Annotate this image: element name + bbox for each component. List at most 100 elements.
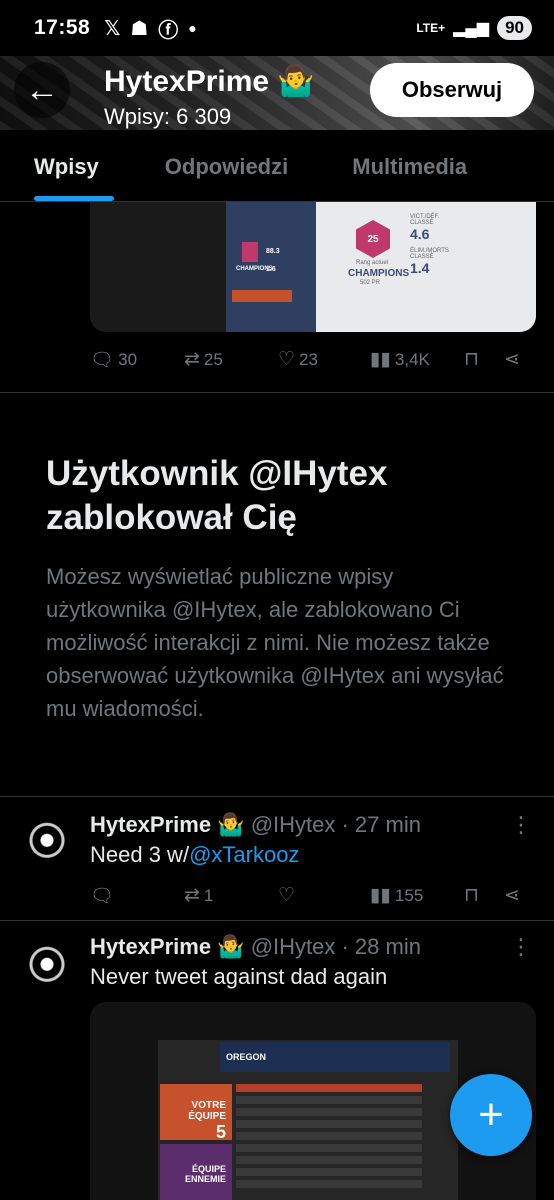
tweet-header: HytexPrime 🤷‍♂️ @IHytex · 27 min <box>90 812 421 838</box>
plus-icon: + <box>478 1090 504 1139</box>
person-icon: ☗ <box>130 17 149 40</box>
tweet-text: Never tweet against dad again <box>90 964 388 989</box>
tweet-media-image[interactable]: 88.3 CHAMPIONS 1.6 25 Rang actuel CHAMPI… <box>90 202 536 332</box>
media-panel-middle: 88.3 CHAMPIONS 1.6 <box>226 202 316 332</box>
team1-score: 5 <box>215 1122 226 1142</box>
heart-icon: ♡ <box>278 885 296 906</box>
scoreboard-row <box>236 1180 422 1188</box>
bookmark-button[interactable]: ⊓ <box>464 884 479 907</box>
heart-icon: ♡ <box>278 349 296 370</box>
media-panel-right: 25 Rang actuel CHAMPIONS 502 PR VICT./DÉ… <box>316 202 536 332</box>
tweet-header: HytexPrime 🤷‍♂️ @IHytex · 28 min <box>90 934 421 960</box>
divider <box>0 920 554 921</box>
stat2-value: 1.4 <box>410 260 430 276</box>
post-count: Wpisy: 6 309 <box>104 104 232 129</box>
tab-media[interactable]: Multimedia <box>352 130 467 201</box>
repost-action[interactable]: ⇄ 25 <box>184 348 223 371</box>
notification-icons: 𝕏 ☗ ⓕ ● <box>104 14 197 43</box>
reply-icon: 🗨 <box>90 350 115 371</box>
rank-badge: 25 <box>356 220 390 258</box>
author-handle-time: @IHytex · 27 min <box>250 812 421 837</box>
share-icon: ⋖ <box>504 349 520 370</box>
left-banner <box>232 290 292 302</box>
dot-icon: ● <box>188 20 197 36</box>
team2-panel: ÉQUIPE ENNEMIE <box>160 1144 232 1200</box>
bookmark-button[interactable]: ⊓ <box>464 348 479 371</box>
rank-name: CHAMPIONS <box>348 268 410 279</box>
follow-button[interactable]: Obserwuj <box>370 63 534 117</box>
bookmark-icon: ⊓ <box>464 349 479 370</box>
left-value2: 1.6 <box>266 266 276 273</box>
repost-count: 1 <box>203 885 214 905</box>
compose-button[interactable]: + <box>450 1074 532 1156</box>
avatar[interactable] <box>20 940 74 994</box>
arrow-left-icon: ← <box>25 70 59 109</box>
tweet-text-content: Need 3 w/ <box>90 842 190 867</box>
reply-action[interactable]: 🗨 30 <box>90 348 137 372</box>
more-icon: ⋮ <box>510 934 532 959</box>
more-options-button[interactable]: ⋮ <box>510 812 532 838</box>
team1-label: VOTRE ÉQUIPE <box>188 1100 226 1122</box>
team-header: OREGON <box>226 1052 267 1062</box>
clock: 17:58 <box>34 16 91 39</box>
profile-name: HytexPrime 🤷‍♂️ <box>104 65 315 98</box>
media-panel-left <box>90 202 226 332</box>
tab-replies[interactable]: Odpowiedzi <box>165 130 288 201</box>
profile-tabs: Wpisy Odpowiedzi Multimedia <box>0 130 554 202</box>
rank-pr: 502 PR <box>360 280 381 286</box>
repost-count: 25 <box>203 349 223 369</box>
stat1-value: 4.6 <box>410 226 430 242</box>
small-rank-icon <box>242 242 258 262</box>
x-icon: 𝕏 <box>104 17 121 40</box>
author-name[interactable]: HytexPrime 🤷‍♂️ <box>90 934 245 959</box>
divider <box>0 392 554 393</box>
repost-icon: ⇄ <box>184 349 200 370</box>
tab-label: Wpisy <box>34 154 99 179</box>
tweet-text: Need 3 w/@xTarkooz <box>90 842 299 868</box>
repost-icon: ⇄ <box>184 885 200 906</box>
back-button[interactable]: ← <box>14 62 70 118</box>
tab-posts[interactable]: Wpisy <box>34 130 114 201</box>
team2-label: ÉQUIPE ENNEMIE <box>184 1164 226 1184</box>
bar-chart-icon: ▮▮ <box>370 885 391 906</box>
views-action[interactable]: ▮▮ 155 <box>370 884 423 907</box>
scoreboard-row <box>236 1168 422 1176</box>
scoreboard-row <box>236 1084 422 1092</box>
author-name[interactable]: HytexPrime 🤷‍♂️ <box>90 812 245 837</box>
bar-chart-icon: ▮▮ <box>370 349 391 370</box>
like-count: 23 <box>299 349 318 369</box>
share-button[interactable]: ⋖ <box>504 884 520 907</box>
scoreboard-row <box>236 1156 422 1164</box>
scoreboard-header: OREGON <box>220 1042 450 1072</box>
mention-link[interactable]: @xTarkooz <box>189 842 299 867</box>
tab-label: Multimedia <box>352 154 468 179</box>
team1-panel: VOTRE ÉQUIPE 5 <box>160 1084 232 1142</box>
like-action[interactable]: ♡ 23 <box>278 348 318 371</box>
stat2-label: ÉLIM./MORTS CLASSÉ <box>410 248 449 260</box>
scoreboard-row <box>236 1144 422 1152</box>
avatar[interactable] <box>20 816 74 870</box>
status-bar: 17:58 𝕏 ☗ ⓕ ● LTE+ ▂▄▆ 90 <box>0 0 554 56</box>
views-action[interactable]: ▮▮ 3,4K <box>370 348 430 371</box>
scoreboard-row <box>236 1096 422 1104</box>
scoreboard-row <box>236 1108 422 1116</box>
active-tab-indicator <box>34 196 114 201</box>
facebook-icon: ⓕ <box>158 19 179 42</box>
repost-action[interactable]: ⇄ 1 <box>184 884 213 907</box>
share-icon: ⋖ <box>504 885 520 906</box>
bookmark-icon: ⊓ <box>464 885 479 906</box>
scoreboard-row <box>236 1132 422 1140</box>
tab-label: Odpowiedzi <box>164 154 289 179</box>
blocked-message: Możesz wyświetlać publiczne wpisy użytko… <box>46 564 504 721</box>
view-count: 155 <box>394 885 424 905</box>
blocked-title: Użytkownik @IHytex zablokował Cię <box>46 454 388 537</box>
battery-indicator: 90 <box>497 16 532 40</box>
share-button[interactable]: ⋖ <box>504 348 520 371</box>
reply-action[interactable]: 🗨 <box>90 884 114 908</box>
scoreboard-row <box>236 1120 422 1128</box>
signal-icon: ▂▄▆ <box>453 20 490 37</box>
more-options-button[interactable]: ⋮ <box>510 934 532 960</box>
rank-label: Rang actuel <box>356 260 389 266</box>
stat1-label: VICT./DÉF. CLASSÉ <box>410 214 440 226</box>
like-action[interactable]: ♡ <box>278 884 295 907</box>
